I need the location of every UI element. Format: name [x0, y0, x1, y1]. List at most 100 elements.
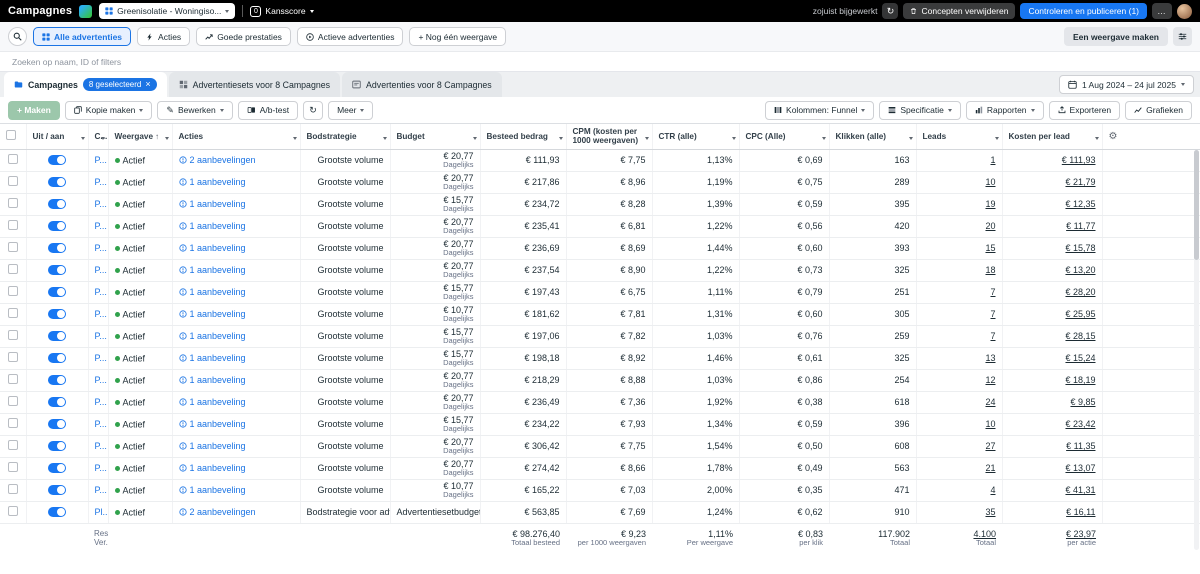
view-pill-5[interactable]: + Nog één weergave	[409, 27, 507, 46]
cost-per-lead-link[interactable]: € 25,95	[1065, 309, 1095, 319]
cost-per-lead-link[interactable]: € 13,20	[1065, 265, 1095, 275]
cost-per-lead-link[interactable]: € 16,11	[1066, 507, 1095, 517]
row-checkbox[interactable]	[7, 286, 18, 296]
leads-link[interactable]: 4	[990, 485, 995, 495]
leads-link[interactable]: 27	[985, 441, 995, 451]
recommendations-link[interactable]: 1 aanbeveling	[178, 419, 246, 429]
create-button[interactable]: + Maken	[8, 100, 60, 120]
view-settings-button[interactable]	[1173, 27, 1192, 46]
cost-per-lead-link[interactable]: € 41,31	[1065, 485, 1095, 495]
column-header[interactable]: CPC (Alle)	[739, 124, 830, 150]
row-checkbox[interactable]	[7, 484, 18, 494]
leads-link[interactable]: 13	[985, 353, 995, 363]
campaign-toggle[interactable]	[48, 177, 66, 188]
filter-caret-icon[interactable]	[994, 136, 999, 140]
campaign-toggle[interactable]	[48, 331, 66, 342]
column-header[interactable]: Kosten per lead	[1002, 124, 1103, 150]
row-checkbox[interactable]	[7, 506, 18, 516]
view-pill-1[interactable]: Alle advertenties	[33, 27, 132, 46]
campaign-name-link[interactable]: P...	[95, 463, 107, 473]
campaign-toggle[interactable]	[48, 155, 66, 166]
filter-caret-icon[interactable]	[1094, 136, 1099, 140]
campaign-name-link[interactable]: P...	[95, 265, 107, 275]
row-checkbox[interactable]	[7, 352, 18, 362]
search-button[interactable]	[8, 27, 27, 46]
clear-selection-icon[interactable]: ×	[145, 80, 150, 89]
leads-link[interactable]: 7	[990, 287, 995, 297]
discard-drafts-button[interactable]: Concepten verwijderen	[903, 3, 1016, 19]
leads-link[interactable]: 19	[985, 199, 995, 209]
campaign-toggle[interactable]	[48, 419, 66, 430]
row-checkbox[interactable]	[7, 374, 18, 384]
campaign-name-link[interactable]: P...	[95, 419, 107, 429]
campaign-name-link[interactable]: P...	[95, 485, 107, 495]
business-suite-logo-icon[interactable]	[79, 4, 93, 18]
campaign-toggle[interactable]	[48, 485, 66, 496]
recommendations-link[interactable]: 1 aanbeveling	[178, 265, 246, 275]
duplicate-button[interactable]: Kopie maken	[64, 100, 153, 120]
row-checkbox[interactable]	[7, 154, 18, 164]
leads-link[interactable]: 10	[985, 177, 995, 187]
campaign-toggle[interactable]	[48, 309, 66, 320]
campaign-name-link[interactable]: P...	[95, 397, 107, 407]
column-header[interactable]: Klikken (alle)	[829, 124, 917, 150]
tab-ads[interactable]: Advertenties voor 8 Campagnes	[342, 72, 502, 97]
campaign-name-link[interactable]: P...	[95, 375, 107, 385]
column-settings-icon[interactable]: ⚙	[1109, 131, 1118, 142]
leads-link[interactable]: 21	[985, 463, 995, 473]
campaign-toggle[interactable]	[48, 353, 66, 364]
leads-link[interactable]: 35	[985, 507, 995, 517]
filter-caret-icon[interactable]	[472, 136, 477, 140]
select-all-checkbox[interactable]	[6, 130, 16, 141]
campaign-toggle[interactable]	[48, 463, 66, 474]
automated-rules-button[interactable]: ↻	[303, 100, 324, 120]
cost-per-lead-link[interactable]: € 18,19	[1065, 375, 1095, 385]
cost-per-lead-link[interactable]: € 28,15	[1065, 331, 1095, 341]
recommendations-link[interactable]: 1 aanbeveling	[178, 441, 246, 451]
cost-per-lead-link[interactable]: € 13,07	[1065, 463, 1095, 473]
row-checkbox[interactable]	[7, 220, 18, 230]
column-header[interactable]: CTR (alle)	[652, 124, 740, 150]
column-header[interactable]: Bodstrategie	[300, 124, 391, 150]
campaign-name-link[interactable]: P...	[95, 199, 107, 209]
row-checkbox[interactable]	[7, 462, 18, 472]
more-button[interactable]: Meer	[328, 100, 374, 120]
recommendations-link[interactable]: 1 aanbeveling	[178, 485, 246, 495]
leads-link[interactable]: 20	[985, 221, 995, 231]
row-checkbox[interactable]	[7, 418, 18, 428]
create-view-button[interactable]: Een weergave maken	[1064, 27, 1168, 46]
campaign-name-link[interactable]: P...	[95, 353, 107, 363]
filter-caret-icon[interactable]	[292, 136, 297, 140]
account-selector[interactable]: Greenisolatie - Woningiso...	[99, 3, 236, 19]
campaign-toggle[interactable]	[48, 199, 66, 210]
leads-link[interactable]: 24	[985, 397, 995, 407]
column-header[interactable]: CPM (kosten per 1000 weergaven)	[566, 124, 653, 150]
refresh-button[interactable]: ↻	[882, 3, 899, 19]
cost-per-lead-link[interactable]: € 15,78	[1065, 243, 1095, 253]
column-header[interactable]: C...	[88, 124, 109, 150]
date-range-picker[interactable]: 1 Aug 2024 – 24 jul 2025	[1058, 75, 1194, 94]
recommendations-link[interactable]: 1 aanbeveling	[178, 331, 246, 341]
charts-button[interactable]: Grafieken	[1125, 100, 1192, 120]
cost-per-lead-link[interactable]: € 28,20	[1065, 287, 1095, 297]
view-pill-2[interactable]: Acties	[137, 27, 191, 46]
vertical-scrollbar[interactable]	[1194, 150, 1199, 550]
row-checkbox[interactable]	[7, 308, 18, 318]
reports-button[interactable]: Rapporten	[965, 100, 1044, 120]
leads-link[interactable]: 18	[985, 265, 995, 275]
column-header[interactable]: Leads	[916, 124, 1003, 150]
recommendations-link[interactable]: 1 aanbeveling	[178, 243, 246, 253]
campaign-name-link[interactable]: P...	[95, 441, 107, 451]
campaign-name-link[interactable]: P...	[95, 243, 107, 253]
cost-per-lead-link[interactable]: € 23,42	[1065, 419, 1095, 429]
recommendations-link[interactable]: 1 aanbeveling	[178, 353, 246, 363]
filter-caret-icon[interactable]	[80, 136, 85, 140]
recommendations-link[interactable]: 1 aanbeveling	[178, 397, 246, 407]
cost-per-lead-link[interactable]: € 15,24	[1065, 353, 1095, 363]
leads-link[interactable]: 10	[985, 419, 995, 429]
recommendations-link[interactable]: 1 aanbeveling	[178, 463, 246, 473]
filter-caret-icon[interactable]	[644, 136, 649, 140]
filter-caret-icon[interactable]	[731, 136, 736, 140]
campaign-name-link[interactable]: P...	[95, 155, 107, 165]
leads-link[interactable]: 7	[990, 331, 995, 341]
